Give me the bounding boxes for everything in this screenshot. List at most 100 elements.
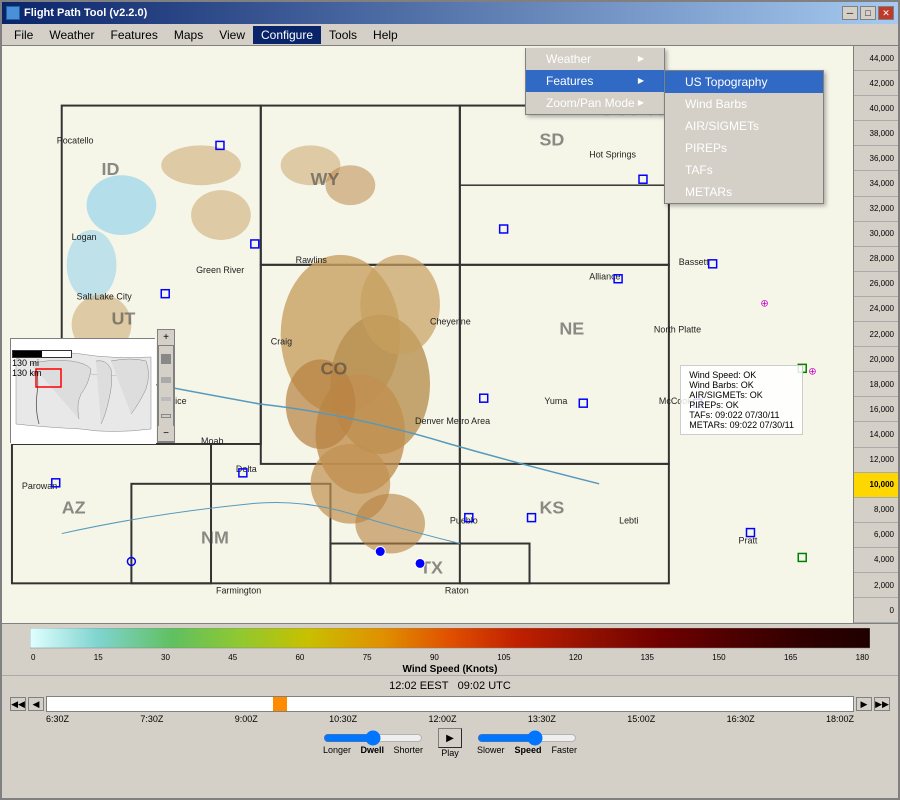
feature-wind-barbs[interactable]: Wind Barbs (665, 93, 823, 115)
dwell-label: Dwell (361, 745, 385, 755)
svg-text:Salt Lake City: Salt Lake City (77, 292, 133, 302)
timeline-track[interactable] (46, 696, 854, 712)
alt-36000: 36,000 (854, 146, 898, 171)
alt-38000: 38,000 (854, 121, 898, 146)
svg-text:UT: UT (111, 309, 135, 329)
alt-18000: 18,000 (854, 372, 898, 397)
alt-40000: 40,000 (854, 96, 898, 121)
time-panel: 12:02 EEST 09:02 UTC ◀◀ ◀ ▶ ▶▶ 6:30Z7:30… (2, 675, 898, 764)
minimize-button[interactable]: ─ (842, 6, 858, 20)
svg-text:⊕: ⊕ (808, 366, 816, 377)
speed-label: Speed (514, 745, 541, 755)
svg-text:Denver Metro Area: Denver Metro Area (415, 416, 490, 426)
status-tafs: TAFs: 09:022 07/30/11 (689, 410, 794, 420)
menu-help[interactable]: Help (365, 26, 406, 44)
svg-text:Yuma: Yuma (544, 396, 567, 406)
svg-text:Green River: Green River (196, 265, 244, 275)
altitude-scale: 44,000 42,000 40,000 38,000 36,000 34,00… (853, 46, 898, 623)
time-display: 12:02 EEST 09:02 UTC (10, 680, 890, 692)
svg-text:North Platte: North Platte (654, 325, 701, 335)
menu-features[interactable]: Features (102, 26, 165, 44)
menu-view[interactable]: View (211, 26, 253, 44)
alt-22000: 22,000 (854, 322, 898, 347)
play-button[interactable]: ▶ (438, 728, 462, 748)
timeline-back-button[interactable]: ◀ (28, 697, 44, 711)
alt-12000: 12,000 (854, 448, 898, 473)
alt-6000: 6,000 (854, 523, 898, 548)
svg-text:⊕: ⊕ (760, 299, 768, 310)
title-bar-text: Flight Path Tool (v2.2.0) (6, 6, 147, 20)
feature-air-sigmets[interactable]: AIR/SIGMETs (665, 115, 823, 137)
alt-2000: 2,000 (854, 573, 898, 598)
zoom-out-button[interactable]: − (158, 426, 174, 442)
maximize-button[interactable]: □ (860, 6, 876, 20)
feature-tafs[interactable]: TAFs (665, 159, 823, 181)
timeline-row: ◀◀ ◀ ▶ ▶▶ (10, 696, 890, 712)
alt-32000: 32,000 (854, 197, 898, 222)
speed-control: Slower Speed Faster (477, 731, 577, 755)
menu-file[interactable]: File (6, 26, 41, 44)
alt-4000: 4,000 (854, 548, 898, 573)
alt-26000: 26,000 (854, 272, 898, 297)
menu-weather[interactable]: Weather (41, 26, 102, 44)
svg-text:Bassett: Bassett (679, 257, 709, 267)
svg-text:Pueblo: Pueblo (450, 516, 478, 526)
menu-bar: File Weather Features Maps View Configur… (2, 24, 898, 46)
wind-speed-title: Wind Speed (Knots) (30, 664, 870, 675)
local-time: 12:02 EEST (389, 680, 448, 692)
configure-weather[interactable]: Weather▶ (526, 48, 664, 70)
alt-14000: 14,000 (854, 422, 898, 447)
timeline-cursor (273, 697, 287, 711)
menu-maps[interactable]: Maps (166, 26, 211, 44)
main-window: Flight Path Tool (v2.2.0) ─ □ ✕ File Wea… (0, 0, 900, 800)
svg-text:Hot Springs: Hot Springs (589, 149, 636, 159)
zoom-in-button[interactable]: + (158, 330, 174, 346)
status-wind-speed: Wind Speed: OK (689, 370, 794, 380)
alt-34000: 34,000 (854, 171, 898, 196)
svg-text:ID: ID (102, 159, 120, 179)
status-pireps: PIREPs: OK (689, 400, 794, 410)
timeline-fastforward-button[interactable]: ▶▶ (874, 697, 890, 711)
alt-10000: 10,000 (854, 473, 898, 498)
title-bar-buttons: ─ □ ✕ (842, 6, 894, 20)
feature-us-topography[interactable]: US Topography (665, 71, 823, 93)
wind-color-bar (30, 628, 870, 650)
alt-24000: 24,000 (854, 297, 898, 322)
configure-zoom-pan[interactable]: Zoom/Pan Mode▶ (526, 92, 664, 114)
scale-miles: 130 mi (12, 358, 72, 368)
scale-km: 130 km (12, 368, 72, 378)
configure-features[interactable]: Features▶ US Topography Wind Barbs AIR/S… (526, 70, 664, 92)
svg-text:Pocatello: Pocatello (57, 135, 94, 145)
wind-legend: 0153045607590105120135150165180 Wind Spe… (2, 624, 898, 675)
play-label: Play (441, 748, 459, 758)
svg-text:Moab: Moab (201, 436, 223, 446)
svg-text:CO: CO (321, 358, 348, 378)
play-control: ▶ Play (438, 728, 462, 758)
timeline-forward-button[interactable]: ▶ (856, 697, 872, 711)
configure-dropdown: Weather▶ Features▶ US Topography Wind Ba… (525, 48, 665, 115)
status-overlay: Wind Speed: OK Wind Barbs: OK AIR/SIGMET… (680, 365, 803, 435)
svg-text:Raton: Raton (445, 585, 469, 595)
dwell-slider[interactable] (323, 731, 423, 745)
feature-pireps[interactable]: PIREPs (665, 137, 823, 159)
svg-text:Alliance: Alliance (589, 272, 620, 282)
time-labels: 6:30Z7:30Z9:00Z10:30Z12:00Z13:30Z15:00Z1… (10, 714, 890, 724)
menu-configure[interactable]: Configure Weather▶ Features▶ US Topograp… (253, 26, 321, 44)
title-bar: Flight Path Tool (v2.2.0) ─ □ ✕ (2, 2, 898, 24)
speed-slider[interactable] (477, 731, 577, 745)
status-wind-barbs: Wind Barbs: OK (689, 380, 794, 390)
wind-speed-labels: 0153045607590105120135150165180 (30, 653, 870, 662)
close-button[interactable]: ✕ (878, 6, 894, 20)
scale-bar: 130 mi 130 km (12, 350, 72, 378)
alt-8000: 8,000 (854, 498, 898, 523)
slower-label: Slower (477, 745, 505, 755)
faster-label: Faster (551, 745, 577, 755)
status-air-sigmets: AIR/SIGMETs: OK (689, 390, 794, 400)
svg-text:KS: KS (539, 498, 564, 518)
menu-tools[interactable]: Tools (321, 26, 365, 44)
shorter-label: Shorter (393, 745, 423, 755)
alt-42000: 42,000 (854, 71, 898, 96)
timeline-rewind-button[interactable]: ◀◀ (10, 697, 26, 711)
feature-metars[interactable]: METARs (665, 181, 823, 203)
svg-text:Logan: Logan (72, 232, 97, 242)
